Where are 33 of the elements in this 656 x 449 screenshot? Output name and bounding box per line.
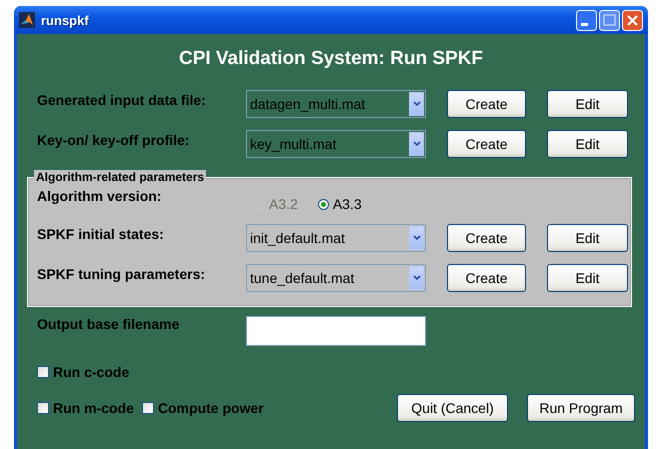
- create-button[interactable]: Create: [447, 90, 526, 118]
- checkbox[interactable]: [142, 402, 154, 414]
- checkbox[interactable]: [37, 366, 49, 378]
- edit-button[interactable]: Edit: [547, 224, 628, 252]
- close-icon[interactable]: [622, 10, 643, 30]
- checkbox-label: Run m-code: [53, 400, 134, 416]
- group-title: Algorithm-related parameters: [34, 170, 206, 184]
- filename-field[interactable]: [246, 316, 426, 346]
- edit-button[interactable]: Edit: [547, 130, 628, 158]
- field-label: SPKF initial states:: [37, 226, 165, 242]
- window-title: runspkf: [41, 12, 90, 28]
- create-button[interactable]: Create: [447, 130, 526, 158]
- checkbox-label: Run c-code: [53, 364, 130, 380]
- edit-button[interactable]: Edit: [547, 90, 628, 118]
- edit-button[interactable]: Edit: [547, 264, 628, 292]
- field-label: Algorithm version:: [37, 188, 162, 204]
- maximize-icon[interactable]: [599, 10, 620, 30]
- field-label: Key-on/ key-off profile:: [37, 132, 190, 148]
- field-label: Generated input data file:: [37, 92, 207, 108]
- field-label: Output base filename: [37, 316, 180, 332]
- run-button[interactable]: Run Program: [527, 394, 635, 422]
- dialog-heading: CPI Validation System: Run SPKF: [178, 48, 484, 70]
- app-logo-icon: [19, 12, 35, 28]
- file-dropdown[interactable]: tune_default.mat: [246, 264, 426, 292]
- version-radio[interactable]: A3.3: [318, 196, 362, 212]
- file-dropdown[interactable]: init_default.mat: [246, 224, 426, 252]
- field-label: SPKF tuning parameters:: [37, 266, 206, 282]
- quit-button[interactable]: Quit (Cancel): [397, 394, 508, 422]
- minimize-icon[interactable]: [576, 10, 597, 30]
- checkbox[interactable]: [37, 402, 49, 414]
- create-button[interactable]: Create: [447, 264, 526, 292]
- checkbox-label: Compute power: [158, 400, 264, 416]
- create-button[interactable]: Create: [447, 224, 526, 252]
